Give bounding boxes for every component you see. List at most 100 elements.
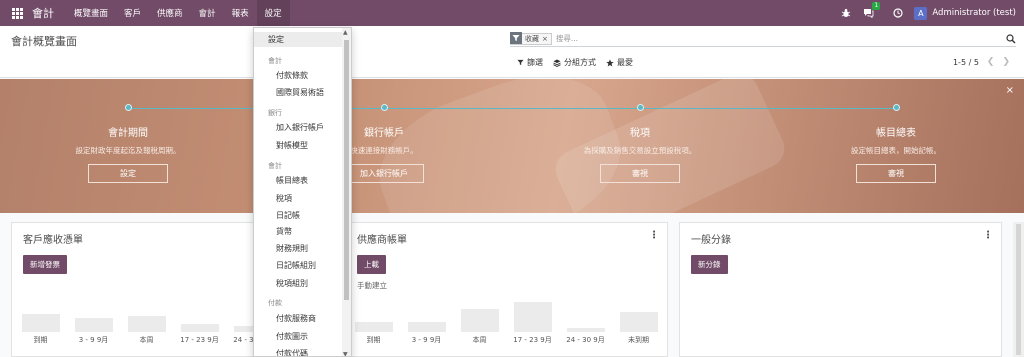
card-menu-icon[interactable]: ⋮ (983, 230, 993, 241)
dropdown-menu-item[interactable]: 日記帳 (254, 208, 342, 223)
filter-button[interactable]: 篩選 (517, 57, 543, 68)
facet-remove-icon[interactable]: × (542, 35, 551, 43)
chat-icon[interactable]: 1 (862, 2, 881, 19)
top-navbar: 會計 概覽畫面 客戶 供應商 會計 報表 設定 1 A Administrato… (0, 0, 1024, 26)
menu-overview[interactable]: 概覽畫面 (66, 0, 116, 26)
scrollbar-thumb[interactable] (344, 40, 349, 300)
step-dot (380, 104, 388, 111)
aging-bar-label: 3 - 9 9月 (78, 336, 109, 344)
dropdown-section-header: 會計 (268, 57, 282, 65)
filter-label: 篩選 (527, 58, 543, 67)
groupby-button[interactable]: 分組方式 (553, 57, 596, 68)
menu-configuration[interactable]: 設定 (256, 0, 290, 26)
app-brand[interactable]: 會計 (32, 5, 54, 21)
apps-menu-icon[interactable] (4, 0, 30, 26)
upload-button[interactable]: 上載 (357, 255, 386, 274)
vendor-bills-card: 供應商帳單 ⋮ 上載 手動建立 到期 3 - 9 9月 本周 17 - 23 9月 24… (345, 222, 668, 357)
favorites-label: 最愛 (617, 58, 633, 67)
aging-bar-label: 3 - 9 9月 (411, 336, 442, 344)
create-manually-link[interactable]: 手動建立 (357, 280, 387, 291)
dropdown-menu-item[interactable]: 帳目總表 (254, 173, 342, 188)
step-dot (636, 104, 644, 111)
search-bar[interactable]: 收藏 × 搜尋... (510, 31, 1016, 47)
dropdown-menu-item[interactable]: 付款服務商 (254, 311, 342, 326)
dropdown-menu-item[interactable]: 付款代碼 (254, 346, 342, 356)
systray: 1 A Administrator (test) (840, 2, 1024, 20)
card-menu-icon[interactable]: ⋮ (649, 230, 659, 241)
bug-icon[interactable] (840, 7, 852, 19)
favorites-button[interactable]: 最愛 (606, 57, 633, 68)
dropdown-scrollbar[interactable]: ▲ ▼ (342, 28, 351, 356)
card-title[interactable]: 一般分錄 (691, 231, 731, 246)
scroll-down-icon[interactable]: ▼ (343, 351, 348, 356)
step-fiscal-year: 會計期間 設定財政年度起迄及報稅周期。 設定 (38, 104, 218, 183)
aging-bar-label: 17 - 23 9月 (513, 336, 552, 344)
aging-bar[interactable] (619, 312, 658, 332)
dropdown-menu-item[interactable]: 設定 (254, 32, 342, 47)
pager-prev-icon[interactable]: ❮ (987, 57, 995, 67)
dropdown-menu-item[interactable]: 稅項組別 (254, 276, 342, 291)
aging-bar[interactable] (74, 318, 113, 332)
aging-bar-label: 本周 (472, 336, 487, 344)
vendor-aging-graph[interactable]: 到期 3 - 9 9月 本周 17 - 23 9月 24 - 30 9月 未到期 (346, 298, 667, 353)
new-entry-button[interactable]: 新分錄 (691, 255, 728, 274)
user-menu[interactable]: A Administrator (test) (914, 6, 1016, 20)
dropdown-menu-item[interactable]: 日記帳組別 (254, 258, 342, 273)
menu-vendors[interactable]: 供應商 (149, 0, 191, 26)
aging-bar[interactable] (513, 302, 552, 332)
aging-bar[interactable] (127, 316, 166, 332)
search-input[interactable]: 搜尋... (556, 33, 578, 44)
menu-reporting[interactable]: 報表 (224, 0, 257, 26)
filter-facet-icon (510, 32, 522, 44)
aging-bar[interactable] (180, 324, 219, 332)
dropdown-menu-item[interactable]: 加入銀行帳戶 (254, 120, 342, 135)
step-button-review-coa[interactable]: 審視 (856, 164, 936, 183)
dropdown-section-header: 付款 (268, 299, 282, 307)
main-menu: 概覽畫面 客戶 供應商 會計 報表 設定 (66, 0, 290, 26)
dropdown-menu-item[interactable]: 對帳模型 (254, 138, 342, 153)
step-button-add-bank[interactable]: 加入銀行帳戶 (344, 164, 424, 183)
step-description: 為採購及銷售交易設立預設稅項。 (583, 146, 697, 155)
pager: 1-5 / 5 ❮ ❯ (953, 57, 1010, 67)
card-title[interactable]: 客戶應收憑單 (23, 231, 83, 246)
page-title: 會計概覽畫面 (11, 35, 77, 48)
aging-bar[interactable] (460, 309, 499, 332)
dropdown-menu-item[interactable]: 付款條款 (254, 68, 342, 83)
aging-bar[interactable] (21, 314, 60, 332)
dropdown-menu-item[interactable]: 付款圖示 (254, 329, 342, 344)
step-button-configure[interactable]: 設定 (88, 164, 168, 183)
banner-close-icon[interactable]: × (1006, 85, 1014, 96)
step-taxes: 稅項 為採購及銷售交易設立預設稅項。 審視 (550, 104, 730, 183)
search-icon[interactable] (1006, 33, 1016, 44)
pager-value[interactable]: 1-5 / 5 (953, 58, 979, 67)
card-title[interactable]: 供應商帳單 (357, 231, 407, 246)
menu-customers[interactable]: 客戶 (116, 0, 149, 26)
step-description: 設定財政年度起迄及報稅周期。 (75, 146, 181, 155)
clock-icon[interactable] (892, 7, 904, 19)
aging-bar[interactable] (566, 328, 605, 332)
aging-bar[interactable] (354, 322, 393, 332)
avatar: A (914, 6, 928, 20)
dropdown-menu-item[interactable]: 貨幣 (254, 224, 342, 239)
dropdown-menu-item[interactable]: 國際貿易術語 (254, 85, 342, 100)
aging-bar-label: 本周 (139, 336, 154, 344)
search-facet: 收藏 × (510, 32, 552, 45)
aging-bar[interactable] (407, 322, 446, 332)
control-panel: 會計概覽畫面 收藏 × 搜尋... 篩選 分組方式 最愛 1-5 / 5 ❮ ❯ (0, 26, 1024, 78)
dropdown-menu-item[interactable]: 財務規則 (254, 241, 342, 256)
page-scrollbar[interactable] (1013, 222, 1024, 357)
step-description: 設定帳目總表，開始記帳。 (851, 146, 941, 155)
step-button-review-taxes[interactable]: 審視 (600, 164, 680, 183)
progress-line (128, 108, 896, 109)
scroll-up-icon[interactable]: ▲ (343, 29, 348, 36)
layers-icon (553, 59, 561, 67)
configuration-dropdown: ▲ ▼ 設定 會計 付款條款 國際貿易術語 銀行 加入銀行帳戶 對帳模型 會計 帳目總表 稅項 日記… (253, 27, 352, 357)
groupby-label: 分組方式 (564, 58, 596, 67)
dropdown-menu-item[interactable]: 稅項 (254, 191, 342, 206)
pager-next-icon[interactable]: ❯ (1002, 57, 1010, 67)
aging-bar-label: 到期 (33, 336, 48, 344)
new-invoice-button[interactable]: 新增發票 (23, 255, 67, 274)
step-dot (892, 104, 900, 111)
step-title: 帳目總表 (876, 128, 916, 139)
menu-accounting[interactable]: 會計 (191, 0, 224, 26)
